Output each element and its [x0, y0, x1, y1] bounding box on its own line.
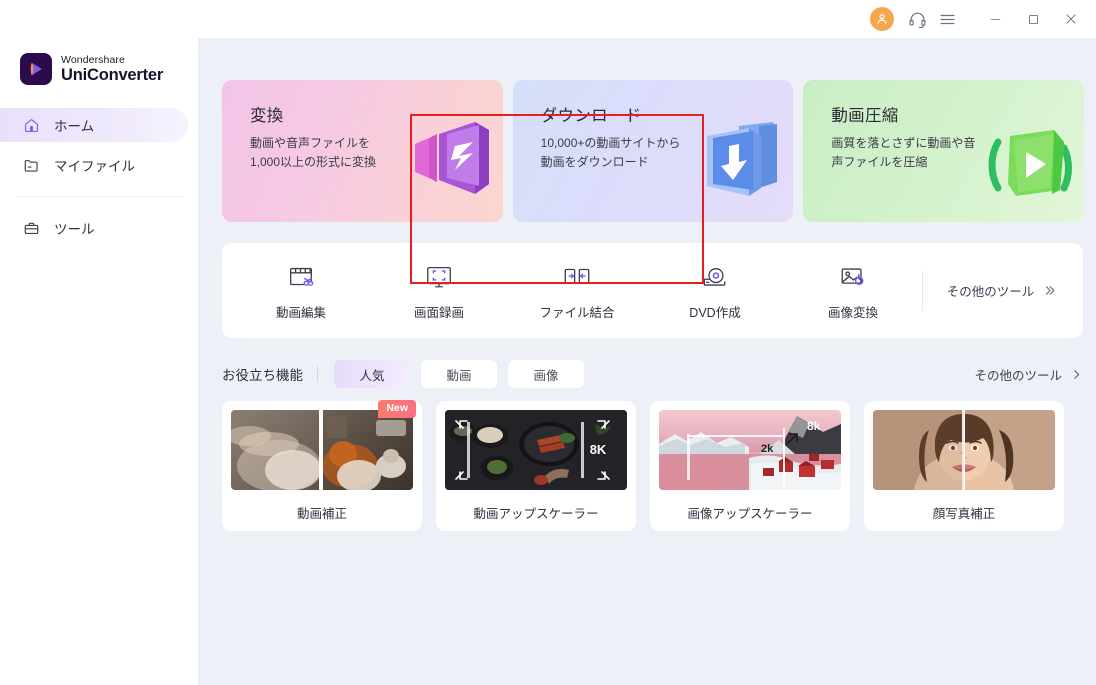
svg-text:8K: 8K [590, 442, 607, 457]
uniconverter-window: Wondershare UniConverter ホーム マイファイル ツール … [0, 0, 1096, 685]
sidebar-nav: ホーム マイファイル ツール [0, 108, 198, 245]
sidebar-item-label: マイファイル [54, 159, 135, 174]
snow-village-photo: 8k 2k [659, 410, 841, 490]
maximize-icon[interactable] [1014, 4, 1052, 34]
tool-dvd-burn[interactable]: DVD作成 [646, 261, 784, 321]
section-divider [317, 366, 318, 382]
more-tools-label: その他のツール [946, 285, 1035, 299]
hero-card-desc: 動画や音声ファイルを1,000以上の形式に変換 [250, 136, 377, 169]
uniconverter-logo-icon [20, 53, 52, 85]
window-controls [870, 4, 1096, 34]
download-art-icon [677, 108, 787, 218]
tab-label: 動画 [446, 368, 472, 383]
hero-card-desc: 画質を落とさずに動画や音声ファイルを圧縮 [831, 136, 976, 169]
brand-logo: Wondershare UniConverter [0, 38, 198, 94]
dvd-burn-icon [700, 261, 730, 293]
tool-merge-files[interactable]: ファイル結合 [508, 261, 646, 321]
convert-art-icon [387, 108, 497, 218]
food-table-photo: 8K [445, 410, 627, 490]
feature-label: 動画補正 [296, 507, 347, 521]
hero-cards-row: 変換 動画や音声ファイルを1,000以上の形式に変換 ダウンロード 10,000… [199, 38, 1096, 222]
tool-image-convert[interactable]: 画像変換 [784, 261, 922, 321]
hero-card-download[interactable]: ダウンロード 10,000+の動画サイトから動画をダウンロード [512, 80, 794, 222]
image-convert-icon [838, 261, 868, 293]
brand-text: Wondershare UniConverter [61, 53, 164, 84]
brand-product: UniConverter [61, 66, 164, 84]
sidebar-item-label: ツール [54, 222, 95, 237]
section-more-tools-link[interactable]: その他のツール [974, 365, 1083, 384]
window-body: Wondershare UniConverter ホーム マイファイル ツール … [0, 38, 1096, 685]
tool-label: DVD作成 [689, 305, 741, 320]
hero-card-compress[interactable]: 動画圧縮 画質を落とさずに動画や音声ファイルを圧縮 [803, 80, 1085, 222]
hero-card-desc: 10,000+の動画サイトから動画をダウンロード [540, 136, 681, 169]
title-bar [0, 0, 1096, 38]
sidebar: Wondershare UniConverter ホーム マイファイル ツール [0, 38, 199, 685]
feature-card-portrait-retouch[interactable]: 顔写真補正 [864, 401, 1064, 531]
more-tools-button[interactable]: その他のツール [927, 281, 1077, 300]
section-more-label: その他のツール [974, 368, 1062, 383]
compress-art-icon [968, 108, 1078, 218]
user-avatar-icon[interactable] [870, 7, 894, 31]
tool-label: 画像変換 [827, 305, 878, 320]
hamburger-menu-icon[interactable] [932, 5, 962, 33]
dog-street-photo [231, 410, 413, 490]
status-badge: New [378, 400, 416, 418]
feature-label: 顔写真補正 [932, 507, 996, 521]
feature-cards-row: New 動画補正 8K 動画アップスケーラー 8k 2k 画像アップスケーラー … [222, 400, 1083, 531]
merge-files-icon [562, 261, 592, 293]
folder-icon [22, 156, 40, 174]
tool-video-edit[interactable]: 動画編集 [232, 261, 370, 321]
double-chevron-right-icon [1042, 283, 1057, 298]
tool-screen-record[interactable]: 画面録画 [370, 261, 508, 321]
minimize-icon[interactable] [976, 4, 1014, 34]
chevron-right-icon [1070, 368, 1083, 381]
sidebar-divider [16, 196, 182, 197]
feature-card-video-upscaler[interactable]: 8K 動画アップスケーラー [436, 401, 636, 531]
tab-label: 画像 [533, 368, 559, 383]
useful-features-header: お役立ち機能 人気 動画 画像 その他のツール [222, 360, 1083, 388]
main-content: 変換 動画や音声ファイルを1,000以上の形式に変換 ダウンロード 10,000… [199, 38, 1096, 685]
portrait-photo [873, 410, 1055, 490]
screen-record-icon [424, 261, 454, 293]
feature-label: 画像アップスケーラー [687, 507, 813, 521]
close-icon[interactable] [1052, 4, 1090, 34]
brand-company: Wondershare [61, 53, 125, 66]
svg-text:2k: 2k [761, 443, 774, 455]
sidebar-item-tools[interactable]: ツール [0, 211, 188, 245]
tab-video[interactable]: 動画 [421, 360, 497, 388]
feature-label: 動画アップスケーラー [473, 507, 599, 521]
tool-label: 画面録画 [413, 305, 464, 320]
sidebar-item-my-files[interactable]: マイファイル [0, 148, 188, 182]
tab-popular[interactable]: 人気 [334, 360, 410, 388]
video-edit-icon [286, 261, 316, 293]
tab-label: 人気 [359, 368, 385, 383]
feature-card-image-upscaler[interactable]: 8k 2k 画像アップスケーラー [650, 401, 850, 531]
tool-label: 動画編集 [275, 305, 326, 320]
briefcase-icon [22, 219, 40, 237]
tools-divider [922, 270, 923, 311]
section-title: お役立ち機能 [222, 368, 303, 383]
sidebar-item-home[interactable]: ホーム [0, 108, 188, 142]
home-icon [22, 116, 40, 134]
quick-tools-bar: 動画編集 画面録画 ファイル結合 DVD作成 画像変換 その他のツール [222, 243, 1083, 338]
svg-text:8k: 8k [807, 419, 821, 433]
sidebar-item-label: ホーム [54, 119, 95, 134]
feature-card-video-enhance[interactable]: New 動画補正 [222, 400, 422, 531]
tab-image[interactable]: 画像 [508, 360, 584, 388]
hero-card-convert[interactable]: 変換 動画や音声ファイルを1,000以上の形式に変換 [222, 80, 503, 222]
tool-label: ファイル結合 [539, 305, 615, 320]
headset-icon[interactable] [902, 5, 932, 33]
